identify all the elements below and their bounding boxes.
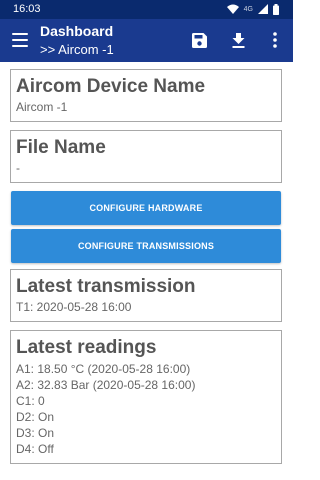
download-icon[interactable]: [228, 30, 248, 50]
readings-list: A1: 18.50 °C (2020-05-28 16:00) A2: 32.8…: [16, 361, 276, 457]
device-name-value: Aircom -1: [16, 100, 68, 114]
latest-readings-title: Latest readings: [16, 337, 157, 358]
status-bar: 16:03 4G: [0, 0, 293, 19]
latest-transmission-card: Latest transmission T1: 2020-05-28 16:00: [10, 269, 282, 322]
reading-item: C1: 0: [16, 394, 45, 408]
network-type-label: 4G: [243, 5, 253, 13]
configure-transmissions-button[interactable]: CONFIGURE TRANSMISSIONS: [11, 229, 281, 263]
reading-item: D4: Off: [16, 442, 54, 456]
file-name-card: File Name -: [10, 130, 282, 183]
cell-signal-icon: [258, 4, 268, 14]
status-time: 16:03: [13, 3, 41, 15]
page-title: Dashboard: [40, 23, 114, 39]
reading-item: D3: On: [16, 426, 55, 440]
status-icons: 4G: [226, 3, 279, 15]
app-bar: Dashboard >> Aircom -1: [0, 19, 293, 62]
battery-icon: [273, 3, 279, 15]
file-name-value: -: [16, 161, 20, 175]
reading-item: A2: 32.83 Bar (2020-05-28 16:00): [16, 378, 196, 392]
wifi-icon: [226, 4, 239, 14]
save-icon[interactable]: [189, 30, 209, 50]
file-name-title: File Name: [16, 137, 106, 158]
latest-transmission-title: Latest transmission: [16, 276, 196, 297]
device-name-card: Aircom Device Name Aircom -1: [10, 69, 282, 122]
main-content: Aircom Device Name Aircom -1 File Name -…: [10, 69, 282, 472]
hamburger-menu-icon[interactable]: [12, 33, 28, 47]
latest-readings-card: Latest readings A1: 18.50 °C (2020-05-28…: [10, 330, 282, 464]
reading-item: D2: On: [16, 410, 55, 424]
latest-transmission-value: T1: 2020-05-28 16:00: [16, 300, 132, 314]
reading-item: A1: 18.50 °C (2020-05-28 16:00): [16, 362, 191, 376]
breadcrumb: >> Aircom -1: [40, 42, 114, 57]
configure-hardware-button[interactable]: CONFIGURE HARDWARE: [11, 191, 281, 225]
device-name-title: Aircom Device Name: [16, 76, 206, 97]
more-vert-icon[interactable]: [265, 30, 285, 50]
